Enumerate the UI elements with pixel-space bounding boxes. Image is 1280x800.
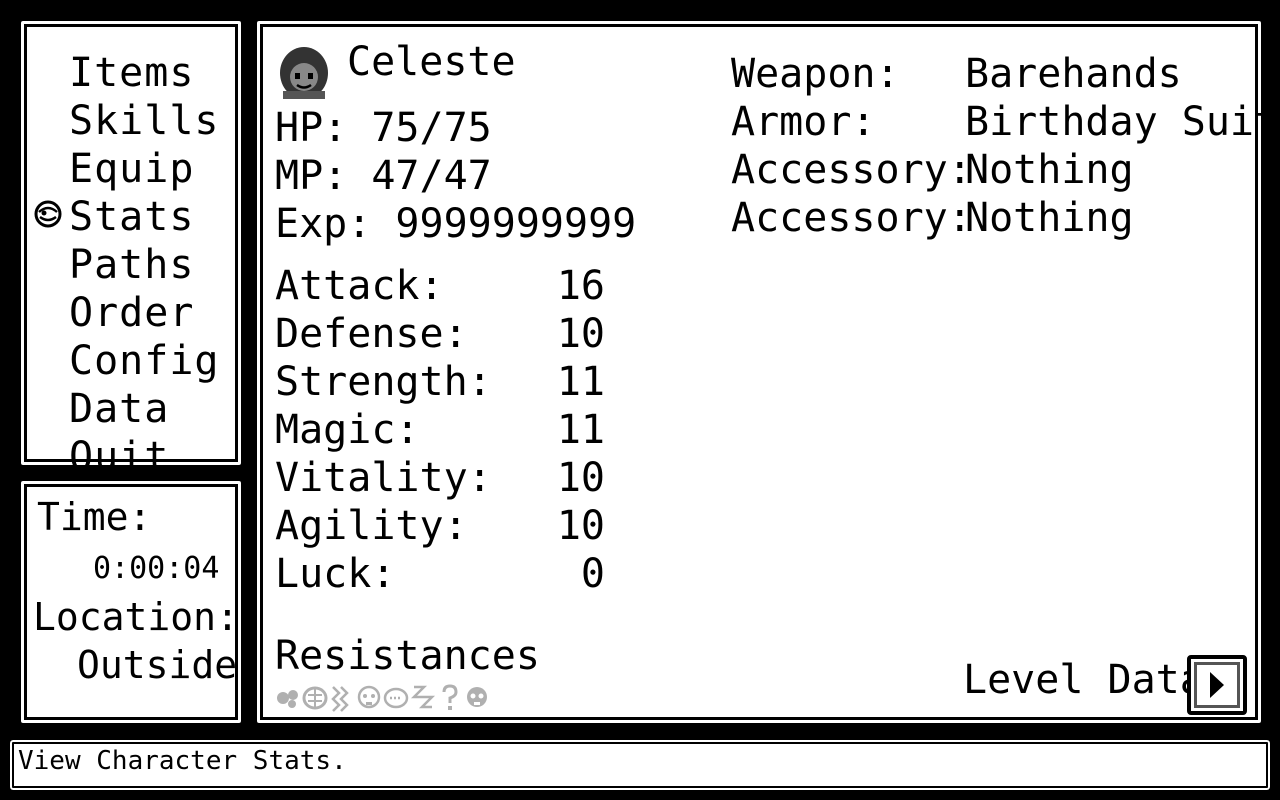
resistances-title: Resistances — [275, 633, 540, 679]
stat-label: Luck: — [275, 551, 396, 597]
stat-row-magic: Magic: 11 — [275, 407, 605, 455]
character-portrait-icon — [280, 47, 328, 99]
level-data-label: Level Data — [963, 657, 1204, 703]
stat-label: Defense: — [275, 311, 468, 357]
menu-item-order[interactable]: Order — [69, 289, 220, 337]
time-label: Time: — [37, 495, 152, 539]
poison-icon — [277, 690, 298, 708]
confusion-icon — [442, 684, 458, 710]
stat-value: 10 — [556, 311, 605, 357]
equip-row-accessory-1[interactable]: Accessory: Nothing — [731, 147, 1251, 195]
time-value: 0:00:04 — [93, 551, 220, 586]
help-bar: View Character Stats. — [7, 737, 1273, 793]
menu-item-data[interactable]: Data — [69, 385, 220, 433]
hp-value: HP: 75/75 — [275, 105, 492, 151]
stat-label: Agility: — [275, 503, 468, 549]
mp-value: MP: 47/47 — [275, 153, 492, 199]
equip-item-name: Nothing — [965, 147, 1134, 193]
stat-row-strength: Strength: 11 — [275, 359, 605, 407]
menu-item-config[interactable]: Config — [69, 337, 220, 385]
orb-cursor-icon — [34, 200, 62, 228]
character-name: Celeste — [347, 39, 516, 85]
menu-item-stats[interactable]: Stats — [34, 193, 220, 241]
info-panel: Time: 0:00:04 Location: Outside — [17, 477, 245, 727]
silence-icon — [383, 687, 409, 709]
stat-row-defense: Defense: 10 — [275, 311, 605, 359]
level-data-button[interactable] — [1187, 655, 1247, 715]
stat-value: 10 — [556, 503, 605, 549]
stat-value: 0 — [580, 551, 605, 597]
equip-item-name: Birthday Suit — [965, 99, 1279, 145]
stat-value: 16 — [556, 263, 605, 309]
stat-row-attack: Attack: 16 — [275, 263, 605, 311]
main-menu: Items Skills Equip Stats Paths Order Con… — [17, 17, 245, 480]
stat-label: Strength: — [275, 359, 492, 405]
stat-row-agility: Agility: 10 — [275, 503, 605, 551]
wave-icon — [331, 686, 349, 712]
stats-panel: Celeste HP: 75/75 MP: 47/47 Exp: 9999999… — [253, 17, 1278, 727]
brain-icon — [302, 686, 328, 710]
equip-item-name: Barehands — [965, 51, 1182, 97]
death-icon — [467, 687, 487, 707]
stat-row-luck: Luck: 0 — [275, 551, 605, 599]
stat-value: 10 — [556, 455, 605, 501]
equip-slot-label: Accessory: — [731, 195, 972, 241]
skull-icon — [357, 685, 381, 709]
location-value: Outside — [77, 643, 238, 687]
equip-row-weapon[interactable]: Weapon: Barehands — [731, 51, 1251, 99]
menu-list: Items Skills Equip Stats Paths Order Con… — [34, 49, 220, 481]
menu-item-equip[interactable]: Equip — [69, 145, 220, 193]
stat-label: Vitality: — [275, 455, 492, 501]
location-label: Location: — [33, 595, 239, 639]
equip-slot-label: Accessory: — [731, 147, 972, 193]
exp-value: Exp: 9999999999 — [275, 201, 637, 247]
menu-item-items[interactable]: Items — [69, 49, 220, 97]
menu-item-skills[interactable]: Skills — [69, 97, 220, 145]
stat-value: 11 — [556, 359, 605, 405]
stat-label: Magic: — [275, 407, 420, 453]
sleep-icon — [410, 685, 436, 709]
menu-item-quit[interactable]: Quit — [69, 433, 220, 481]
stat-label: Attack: — [275, 263, 444, 309]
help-text: View Character Stats. — [18, 746, 347, 776]
resistance-icons — [275, 683, 490, 715]
stat-value: 11 — [556, 407, 605, 453]
equip-slot-label: Armor: — [731, 99, 876, 145]
equip-row-armor[interactable]: Armor: Birthday Suit — [731, 99, 1278, 147]
equip-slot-label: Weapon: — [731, 51, 900, 97]
equip-item-name: Nothing — [965, 195, 1134, 241]
stat-row-vitality: Vitality: 10 — [275, 455, 605, 503]
right-arrow-icon — [1210, 672, 1224, 698]
menu-item-paths[interactable]: Paths — [69, 241, 220, 289]
equip-row-accessory-2[interactable]: Accessory: Nothing — [731, 195, 1251, 243]
